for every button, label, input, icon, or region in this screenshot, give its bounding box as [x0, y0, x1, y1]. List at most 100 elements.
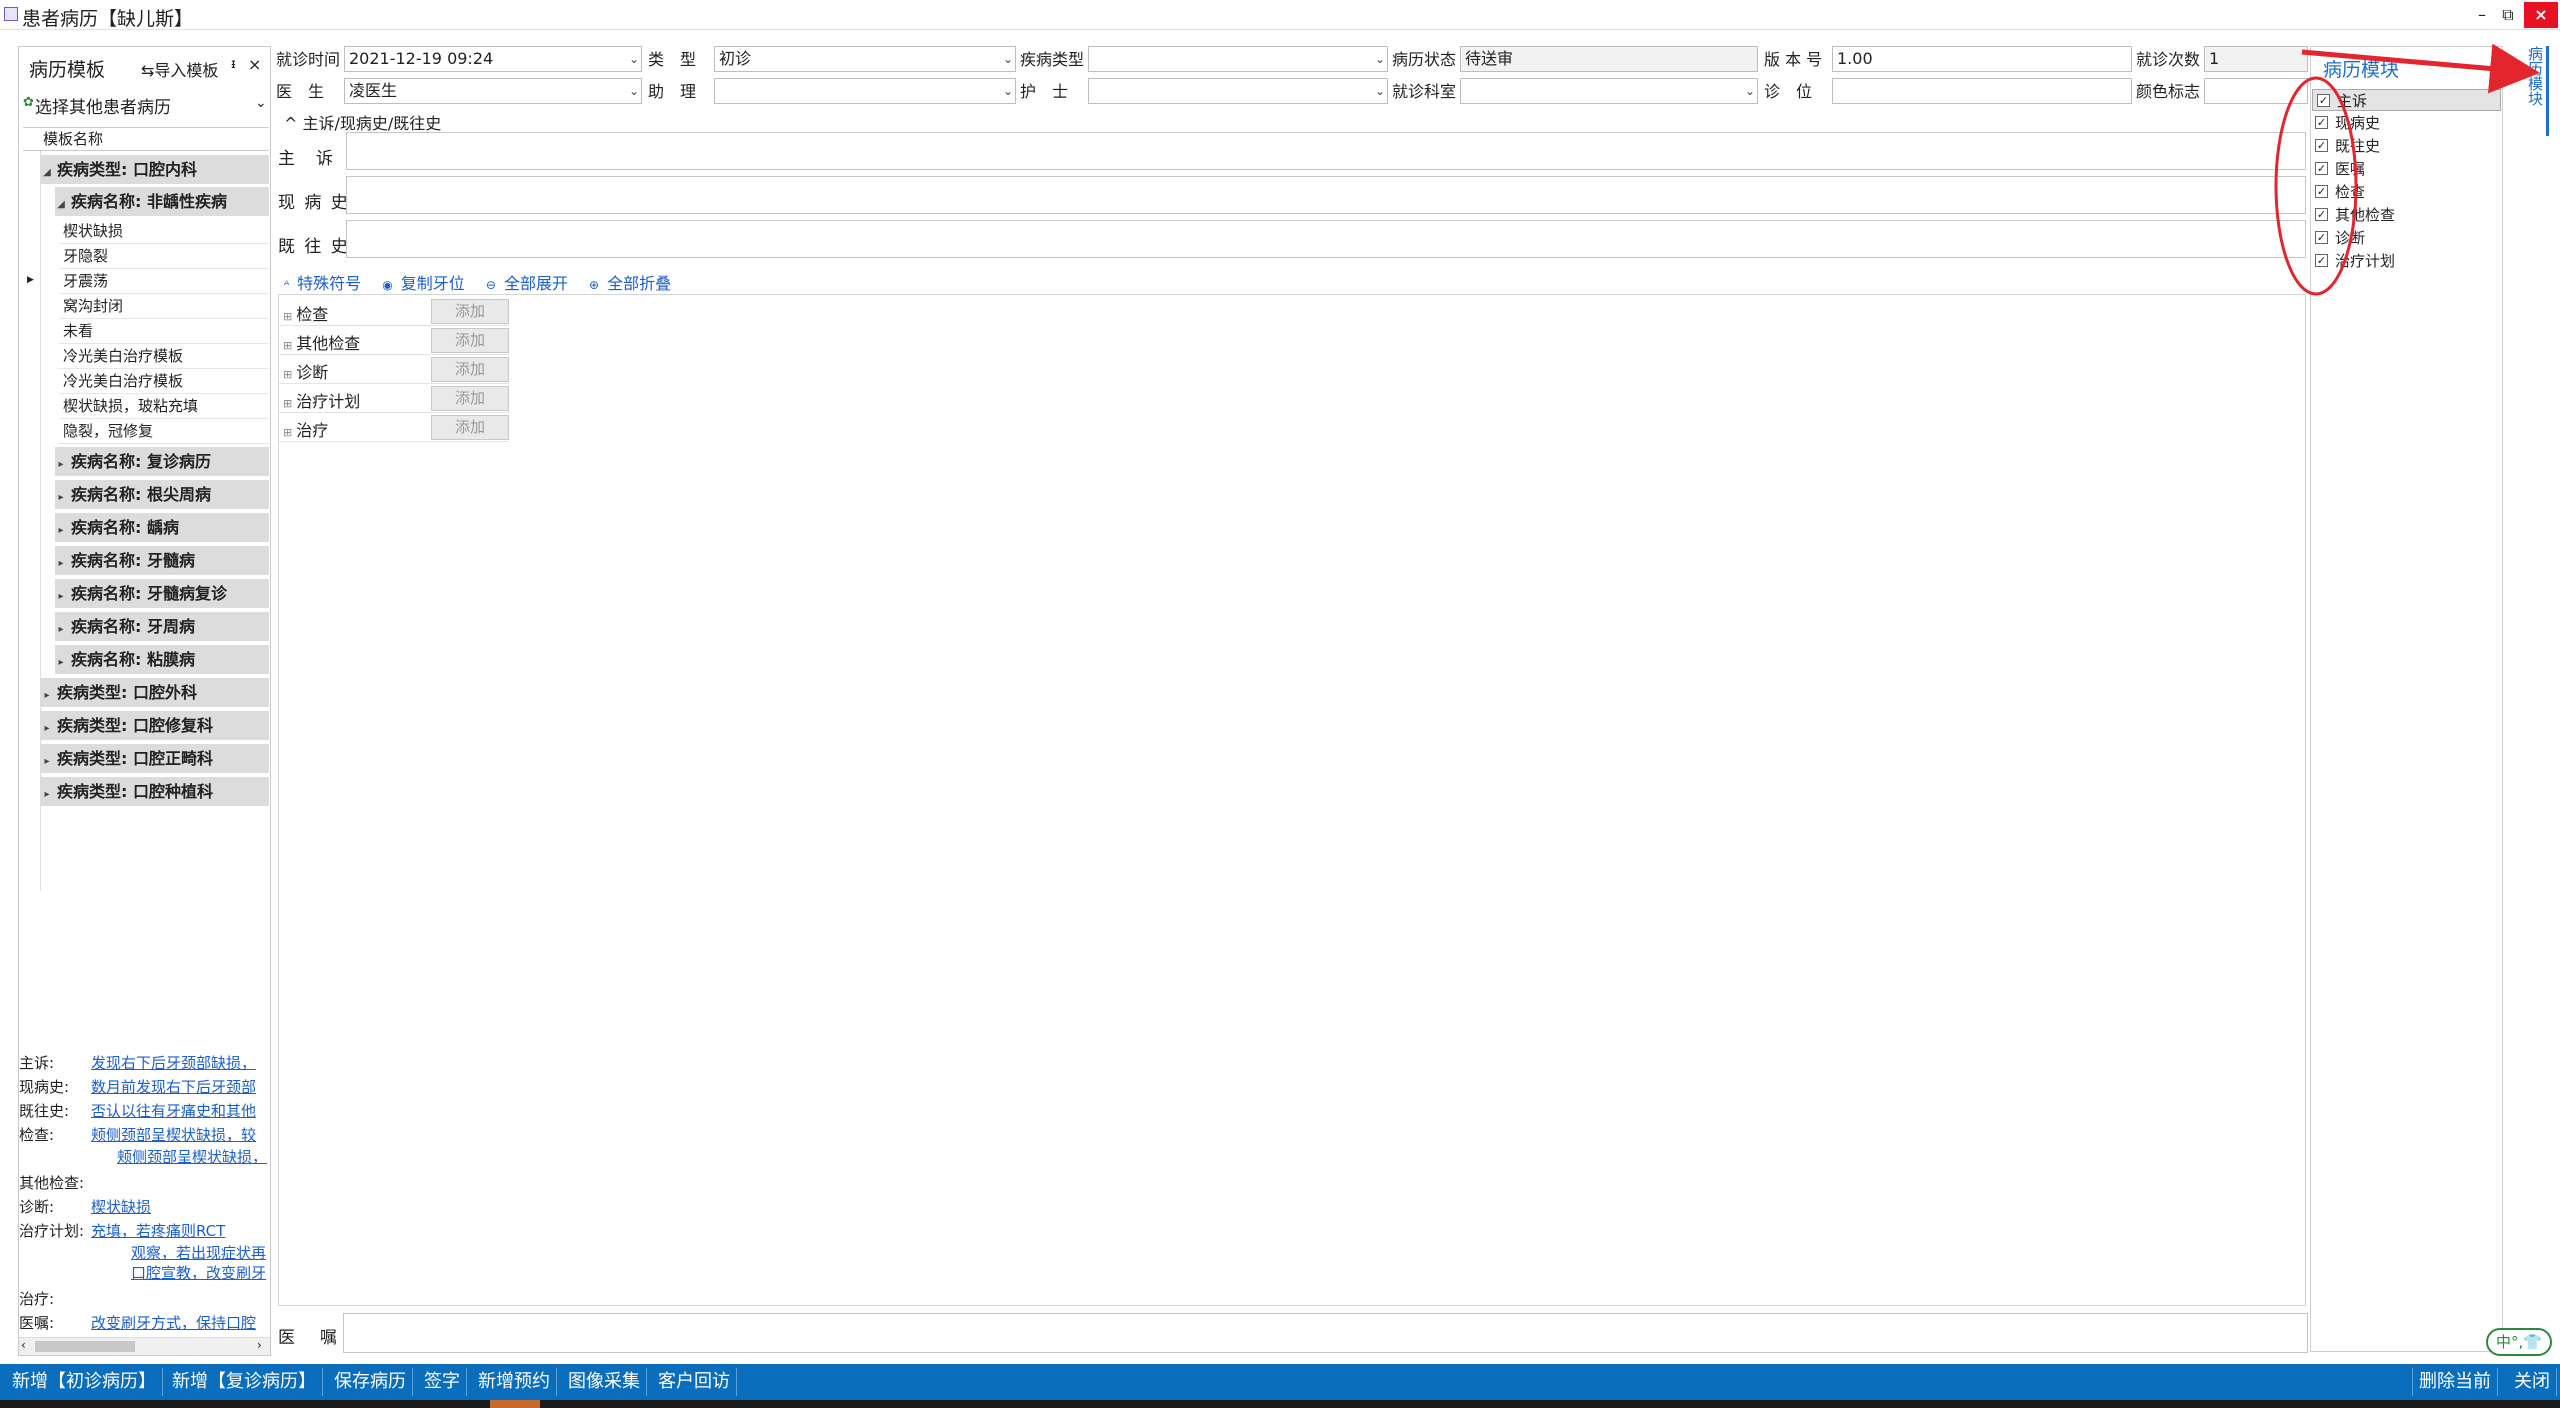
customer-followup-button[interactable]: 客户回访 — [652, 1368, 737, 1396]
version-field[interactable]: 1.00 — [1832, 46, 2132, 72]
preview-link[interactable]: 颊侧颈部呈楔状缺损，较 — [91, 1123, 256, 1147]
preview-link-cont[interactable]: 颊侧颈部呈楔状缺损， — [117, 1147, 267, 1167]
chevron-down-icon[interactable]: ⌄ — [629, 47, 639, 71]
tree-leaf[interactable]: 窝沟封闭 — [59, 294, 269, 319]
module-checkbox-exam[interactable]: ✓ 检查 — [2311, 181, 2502, 203]
tree-sub-item[interactable]: ▸ 疾病名称: 牙周病 — [55, 612, 269, 642]
checkbox-check-icon[interactable]: ✓ — [2315, 185, 2328, 198]
tree-sub-item[interactable]: ▸ 疾病名称: 根尖周病 — [55, 480, 269, 510]
scroll-thumb[interactable] — [35, 1341, 135, 1352]
tree-leaf[interactable]: 楔状缺损，玻粘充填 — [59, 394, 269, 419]
new-followup-record-button[interactable]: 新增【复诊病历】 — [166, 1368, 323, 1396]
tree-group-item[interactable]: ▸ 疾病类型: 口腔外科 — [41, 678, 269, 708]
close-button[interactable]: 关闭 — [2508, 1368, 2557, 1396]
expand-plus-icon[interactable]: ⊞ — [283, 310, 292, 323]
add-button[interactable]: 添加 — [431, 328, 509, 353]
checkbox-check-icon[interactable]: ✓ — [2315, 231, 2328, 244]
scroll-left-icon[interactable]: ‹ — [21, 1338, 26, 1352]
checkbox-check-icon[interactable]: ✓ — [2315, 208, 2328, 221]
dept-select[interactable]: ⌄ — [1460, 78, 1758, 104]
expand-plus-icon[interactable]: ⊞ — [283, 397, 292, 410]
tree-sub-item[interactable]: ▸ 疾病名称: 牙髓病复诊 — [55, 579, 269, 609]
panel-close-icon[interactable]: × — [248, 55, 261, 74]
chevron-down-icon[interactable]: ⌄ — [1375, 47, 1385, 71]
chevron-down-icon[interactable]: ⌄ — [1003, 47, 1013, 71]
pin-icon[interactable]: ᵻ — [231, 57, 236, 72]
chevron-down-icon[interactable]: ⌄ — [1003, 79, 1013, 103]
tree-leaf[interactable]: 牙隐裂 — [59, 244, 269, 269]
past-history-input[interactable] — [346, 220, 2306, 258]
tree-leaf[interactable]: 冷光美白治疗模板 — [59, 344, 269, 369]
add-button[interactable]: 添加 — [431, 357, 509, 382]
chair-field[interactable] — [1832, 78, 2132, 104]
save-record-button[interactable]: 保存病历 — [328, 1368, 413, 1396]
checkbox-check-icon[interactable]: ✓ — [2315, 254, 2328, 267]
tree-group-item[interactable]: ▸ 疾病类型: 口腔修复科 — [41, 711, 269, 741]
chevron-down-icon[interactable]: ⌄ — [1745, 79, 1755, 103]
present-illness-input[interactable] — [346, 176, 2306, 214]
add-button[interactable]: 添加 — [431, 386, 509, 411]
expand-plus-icon[interactable]: ⊞ — [283, 339, 292, 352]
module-checkbox-diagnosis[interactable]: ✓ 诊断 — [2311, 227, 2502, 249]
import-template-button[interactable]: ⇆导入模板 — [141, 57, 218, 81]
preview-link[interactable]: 改变刷牙方式，保持口腔 — [91, 1311, 256, 1335]
preview-link[interactable]: 数月前发现右下后牙颈部 — [91, 1075, 256, 1099]
checkbox-check-icon[interactable]: ✓ — [2315, 139, 2328, 152]
chevron-down-icon[interactable]: ⌄ — [629, 79, 639, 103]
new-appointment-button[interactable]: 新增预约 — [472, 1368, 557, 1396]
module-checkbox-plan[interactable]: ✓ 治疗计划 — [2311, 250, 2502, 272]
taskbar-app[interactable] — [490, 1400, 540, 1408]
horizontal-scrollbar[interactable]: ‹ › — [19, 1337, 270, 1355]
tree-sub-item[interactable]: ▸ 疾病名称: 复诊病历 — [55, 447, 269, 477]
doctor-select[interactable]: 凌医生 ⌄ — [344, 78, 642, 104]
scroll-right-icon[interactable]: › — [257, 1338, 262, 1352]
disease-type-select[interactable]: ⌄ — [1088, 46, 1388, 72]
visit-time-field[interactable]: 2021-12-19 09:24 ⌄ — [344, 46, 642, 72]
chief-complaint-input[interactable] — [346, 132, 2306, 170]
color-mark-field[interactable] — [2204, 78, 2308, 104]
add-button[interactable]: 添加 — [431, 299, 509, 324]
sign-button[interactable]: 签字 — [418, 1368, 467, 1396]
module-checkbox-present[interactable]: ✓ 现病史 — [2311, 112, 2502, 134]
ime-indicator[interactable]: 中°,👕 — [2486, 1328, 2552, 1356]
select-other-patient-record[interactable]: ✿ 选择其他患者病历 ⌄ — [23, 91, 269, 118]
tree-group-item[interactable]: ▸ 疾病类型: 口腔种植科 — [41, 777, 269, 807]
preview-link-cont[interactable]: 口腔宣教，改变刷牙 — [131, 1263, 266, 1283]
side-tab-record-module[interactable]: 病历模块 — [2512, 46, 2560, 136]
checkbox-check-icon[interactable]: ✓ — [2317, 94, 2330, 107]
tree-group-item[interactable]: ▸ 疾病类型: 口腔正畸科 — [41, 744, 269, 774]
delete-current-button[interactable]: 删除当前 — [2412, 1368, 2498, 1396]
assistant-select[interactable]: ⌄ — [714, 78, 1016, 104]
preview-link-cont[interactable]: 观察，若出现症状再 — [131, 1243, 266, 1263]
module-checkbox-other-exam[interactable]: ✓ 其他检查 — [2311, 204, 2502, 226]
checkbox-check-icon[interactable]: ✓ — [2315, 116, 2328, 129]
tree-leaf[interactable]: 隐裂，冠修复 — [59, 419, 269, 444]
module-checkbox-advice[interactable]: ✓ 医嘱 — [2311, 158, 2502, 180]
chevron-down-icon[interactable]: ⌄ — [1375, 79, 1385, 103]
tree-sub-item[interactable]: ▸ 疾病名称: 粘膜病 — [55, 645, 269, 675]
expand-plus-icon[interactable]: ⊞ — [283, 368, 292, 381]
close-window-button[interactable]: × — [2524, 2, 2558, 28]
tree-sub-item[interactable]: ▸ 疾病名称: 龋病 — [55, 513, 269, 543]
collapse-all-button[interactable]: ⊕ 全部折叠 — [589, 274, 679, 293]
tree-leaf[interactable]: 冷光美白治疗模板 — [59, 369, 269, 394]
special-symbol-button[interactable]: ᴬ 特殊符号 — [284, 274, 369, 293]
section-header[interactable]: ^ 主诉/现病史/既往史 — [284, 110, 441, 134]
module-checkbox-past[interactable]: ✓ 既往史 — [2311, 135, 2502, 157]
advice-input[interactable] — [343, 1313, 2308, 1353]
type-select[interactable]: 初诊 ⌄ — [714, 46, 1016, 72]
restore-button[interactable]: ⧉ — [2496, 4, 2520, 26]
tree-leaf[interactable]: 牙震荡 — [59, 269, 269, 294]
checkbox-check-icon[interactable]: ✓ — [2315, 162, 2328, 175]
expand-plus-icon[interactable]: ⊞ — [283, 426, 292, 439]
tree-leaf[interactable]: 楔状缺损 — [59, 219, 269, 244]
expand-all-button[interactable]: ⊖ 全部展开 — [486, 274, 576, 293]
add-button[interactable]: 添加 — [431, 415, 509, 440]
preview-link[interactable]: 发现右下后牙颈部缺损， — [91, 1051, 256, 1075]
tree-group-oral-medicine[interactable]: ◢ 疾病类型: 口腔内科 — [41, 155, 269, 185]
tree-sub-noncaries[interactable]: ◢ 疾病名称: 非龋性疾病 — [55, 187, 269, 217]
tree-leaf[interactable]: 未看 — [59, 319, 269, 344]
module-checkbox-chief[interactable]: ✓ 主诉 — [2312, 89, 2501, 111]
minimize-button[interactable]: – — [2470, 4, 2494, 26]
copy-tooth-button[interactable]: ◉ 复制牙位 — [382, 274, 473, 293]
